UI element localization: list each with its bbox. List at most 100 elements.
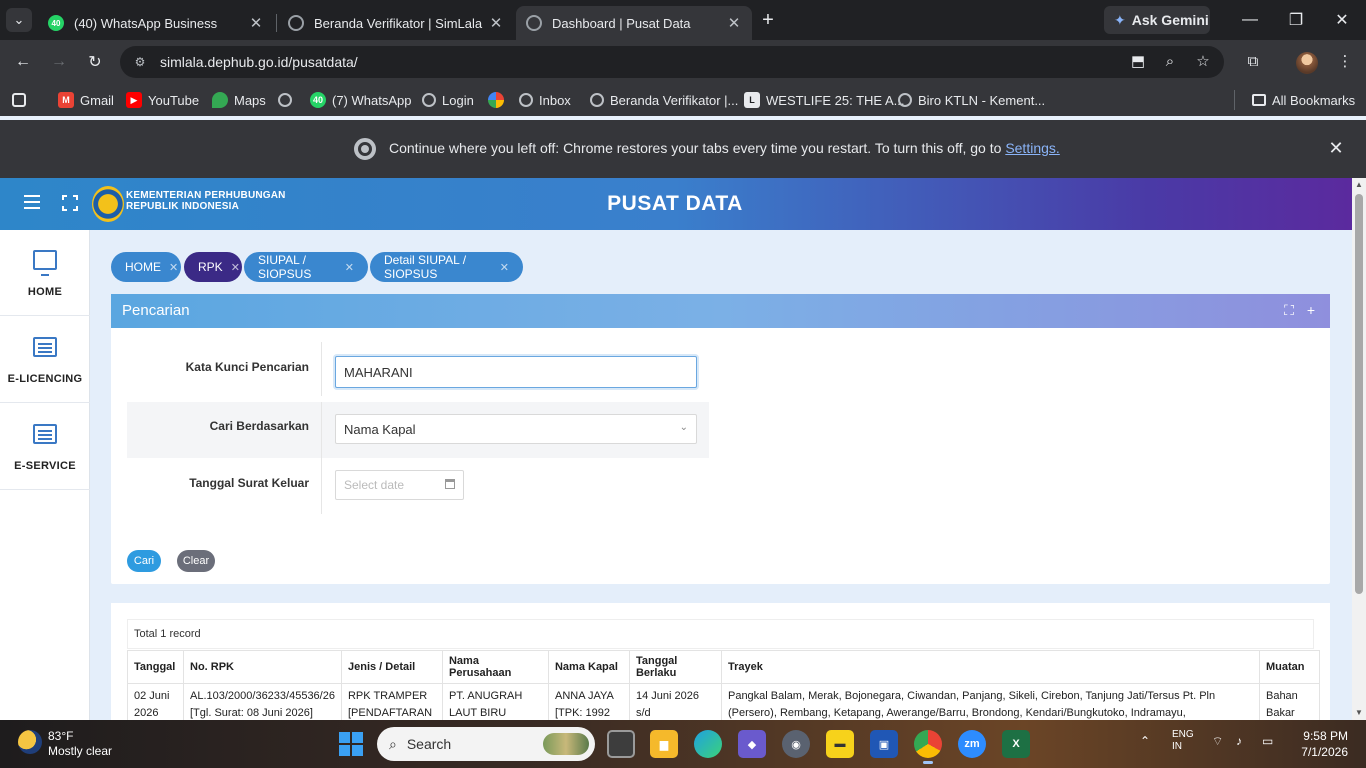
tray-chevron-icon[interactable]: ⌃ (1140, 734, 1150, 748)
breadcrumb-detail-siupal-siopsus[interactable]: Detail SIUPAL / SIOPSUS ✕ (370, 252, 523, 282)
restore-text: Continue where you left off: Chrome rest… (389, 140, 1002, 156)
col-tanggal-berlaku[interactable]: Tanggal Berlaku (628, 650, 722, 684)
bookmark-star-icon[interactable]: ☆ (1192, 50, 1214, 72)
plus-icon[interactable]: + (1304, 302, 1318, 318)
breadcrumb-rpk[interactable]: RPK ✕ (184, 252, 242, 282)
excel-icon[interactable]: X (1002, 730, 1030, 758)
bookmark-globe[interactable] (278, 90, 292, 110)
taskbar-search[interactable]: ⌕ Search (377, 727, 595, 761)
close-icon[interactable]: ✕ (231, 261, 240, 274)
back-arrow-icon[interactable]: ← (11, 50, 35, 74)
breadcrumb-siupal-siopsus[interactable]: SIUPAL / SIOPSUS ✕ (244, 252, 368, 282)
bookmark-photos[interactable] (488, 90, 504, 110)
breadcrumb-label: Detail SIUPAL / SIOPSUS (384, 253, 467, 281)
windows-start-icon[interactable] (339, 732, 363, 756)
file-explorer-icon[interactable]: ▆ (650, 730, 678, 758)
install-app-icon[interactable]: ⬒ (1127, 50, 1149, 72)
form-divider (321, 342, 322, 396)
infobar-close-icon[interactable]: ✕ (1326, 138, 1346, 158)
tab-whatsapp-business[interactable]: 40 (40) WhatsApp Business ✕ (38, 6, 274, 40)
apps-grid-icon[interactable] (12, 90, 26, 110)
whatsapp-icon: 40 (310, 92, 326, 108)
table-row[interactable]: 02 Juni 2026 AL.103/2000/36233/45536/26 … (127, 683, 1320, 720)
bookmark-label: Inbox (539, 92, 571, 108)
bookmark-biro-ktln[interactable]: Biro KTLN - Kement... (898, 90, 1045, 110)
zoom-app-icon[interactable]: zm (958, 730, 986, 758)
app-icon[interactable]: ◆ (738, 730, 766, 758)
tab-beranda-verifikator[interactable]: Beranda Verifikator | SimLala ✕ (278, 6, 514, 40)
tab-search-chevron-icon[interactable]: ⌄ (6, 8, 32, 32)
language-indicator[interactable]: ENG IN (1172, 729, 1194, 753)
breadcrumb-home[interactable]: HOME ✕ (111, 252, 181, 282)
bookmark-westlife[interactable]: L WESTLIFE 25: THE A... (744, 90, 904, 110)
search-button[interactable]: Cari (127, 550, 161, 572)
chrome-icon[interactable] (914, 730, 942, 764)
zoom-icon[interactable]: ⌕ (1159, 50, 1181, 72)
camera-app-icon[interactable]: ◉ (782, 730, 810, 758)
tab-dashboard-pusat-data[interactable]: Dashboard | Pusat Data ✕ (516, 6, 752, 40)
date-picker[interactable]: Select date (335, 470, 464, 500)
scroll-thumb[interactable] (1355, 194, 1363, 594)
col-nama-kapal[interactable]: Nama Kapal (547, 650, 630, 684)
window-close-icon[interactable]: ✕ (1328, 8, 1356, 32)
keyword-input[interactable] (335, 356, 697, 388)
col-no-rpk[interactable]: No. RPK (183, 650, 342, 684)
ask-gemini-button[interactable]: ✦ Ask Gemini (1104, 6, 1210, 34)
edge-icon[interactable] (694, 730, 722, 758)
menu-hamburger-icon[interactable] (24, 195, 40, 209)
sticky-notes-icon[interactable]: ▬ (826, 730, 854, 758)
bookmark-youtube[interactable]: ▶ YouTube (126, 90, 199, 110)
close-icon[interactable]: ✕ (169, 261, 178, 274)
reload-icon[interactable]: ↻ (83, 50, 107, 74)
battery-icon[interactable]: ▭ (1262, 734, 1273, 748)
fullscreen-icon[interactable] (62, 195, 78, 211)
expand-icon[interactable]: ⛶ (1282, 302, 1296, 318)
close-icon[interactable]: ✕ (726, 14, 742, 32)
col-tanggal[interactable]: Tanggal (127, 650, 184, 684)
sidebar-item-e-licencing[interactable]: E-LICENCING (0, 317, 90, 403)
all-bookmarks[interactable]: All Bookmarks (1252, 90, 1355, 110)
scroll-up-icon[interactable]: ▲ (1355, 180, 1363, 189)
sidebar-item-home[interactable]: HOME (0, 230, 90, 316)
clear-button[interactable]: Clear (177, 550, 215, 572)
close-icon[interactable]: ✕ (345, 261, 354, 274)
scroll-down-icon[interactable]: ▼ (1355, 708, 1363, 717)
restore-infobar: Continue where you left off: Chrome rest… (0, 120, 1366, 178)
sidebar-item-e-service[interactable]: E-SERVICE (0, 404, 90, 490)
criteria-select[interactable]: Nama Kapal ⌄ (335, 414, 697, 444)
extensions-icon[interactable]: ⧉ (1242, 50, 1264, 72)
bookmark-gmail[interactable]: M Gmail (58, 90, 114, 110)
close-icon[interactable]: ✕ (248, 14, 264, 32)
col-nama-perusahaan[interactable]: Nama Perusahaan (441, 650, 549, 684)
close-icon[interactable]: ✕ (500, 261, 509, 274)
remote-app-icon[interactable]: ▣ (870, 730, 898, 758)
task-view-icon[interactable] (607, 730, 635, 758)
address-bar[interactable]: ⚙ simlala.dephub.go.id/pusatdata/ (120, 46, 1224, 78)
bookmark-label: Biro KTLN - Kement... (918, 92, 1046, 108)
bookmark-login[interactable]: Login (422, 90, 474, 110)
settings-link[interactable]: Settings. (1005, 140, 1059, 156)
col-jenis-detail[interactable]: Jenis / Detail (340, 650, 443, 684)
weather-widget[interactable]: 83°F Mostly clear (48, 729, 112, 759)
col-muatan[interactable]: Muatan (1258, 650, 1320, 684)
bookmark-beranda-verifikator[interactable]: Beranda Verifikator |... (590, 90, 738, 110)
close-icon[interactable]: ✕ (488, 14, 504, 32)
restore-icon[interactable]: ❐ (1282, 8, 1310, 32)
bookmark-whatsapp[interactable]: 40 (7) WhatsApp (310, 90, 411, 110)
volume-icon[interactable]: ♪ (1236, 734, 1242, 748)
profile-avatar[interactable] (1296, 52, 1318, 74)
bookmark-label: Login (442, 92, 474, 108)
bookmark-inbox[interactable]: Inbox (519, 90, 571, 110)
bookmark-maps[interactable]: Maps (212, 90, 266, 110)
forward-arrow-icon[interactable]: → (47, 50, 71, 74)
cell-berlaku: 14 Juni 2026 s/d (628, 683, 722, 720)
page-scrollbar[interactable]: ▲ ▼ (1352, 178, 1366, 720)
weather-moon-icon[interactable] (18, 730, 42, 754)
chrome-menu-icon[interactable]: ⋮ (1334, 50, 1356, 72)
minimize-icon[interactable]: — (1236, 8, 1264, 32)
col-trayek[interactable]: Trayek (720, 650, 1260, 684)
wifi-icon[interactable]: ⌔ (1212, 734, 1223, 749)
new-tab-plus-icon[interactable]: + (756, 8, 780, 32)
clock[interactable]: 9:58 PM 7/1/2026 (1296, 728, 1348, 760)
site-info-icon[interactable]: ⚙ (132, 54, 148, 70)
